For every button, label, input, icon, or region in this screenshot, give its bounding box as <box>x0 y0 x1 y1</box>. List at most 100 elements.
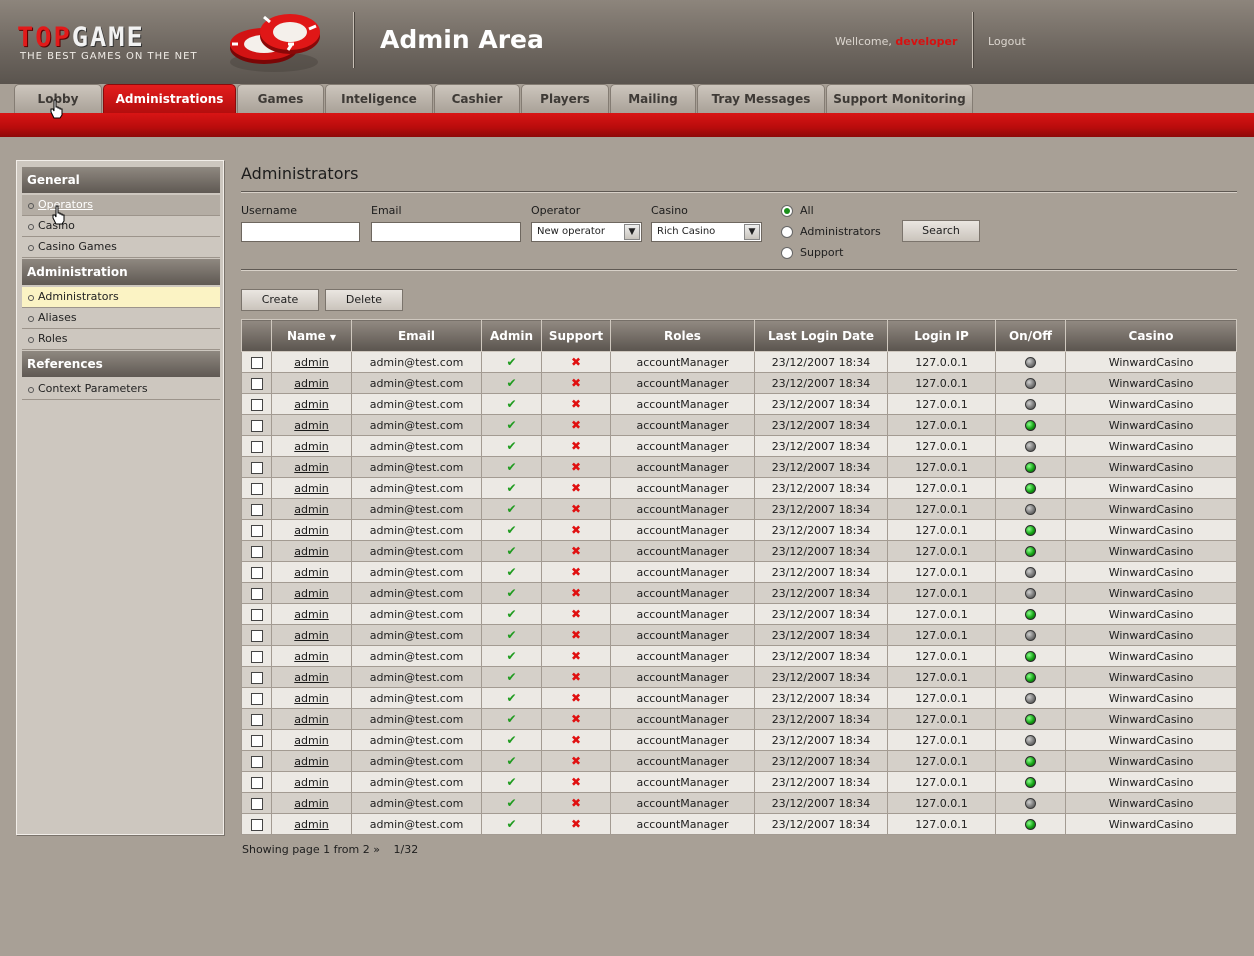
admin-name-link[interactable]: admin <box>294 545 328 558</box>
sidebar-section-administration: Administration <box>22 259 220 285</box>
support-cell: ✖ <box>541 624 611 646</box>
row-checkbox[interactable] <box>250 629 263 642</box>
login-ip-cell: 127.0.0.1 <box>887 456 996 478</box>
row-checkbox[interactable] <box>250 419 263 432</box>
sidebar-item-casino[interactable]: Casino <box>22 216 220 237</box>
admin-name-link[interactable]: admin <box>294 650 328 663</box>
casino-select[interactable]: Rich Casino ▼ <box>651 222 762 242</box>
admin-name-link[interactable]: admin <box>294 755 328 768</box>
row-checkbox[interactable] <box>250 734 263 747</box>
row-checkbox[interactable] <box>250 524 263 537</box>
admin-name-link[interactable]: admin <box>294 503 328 516</box>
sidebar-item-context-parameters[interactable]: Context Parameters <box>22 379 220 400</box>
column-header-login-ip[interactable]: Login IP <box>887 319 996 352</box>
pager-showing[interactable]: Showing page 1 from 2 » <box>242 843 380 856</box>
row-checkbox[interactable] <box>250 377 263 390</box>
tab-administrations[interactable]: Administrations <box>103 84 236 113</box>
chevron-down-icon[interactable]: ▼ <box>744 224 760 240</box>
operator-select[interactable]: New operator ▼ <box>531 222 642 242</box>
logo[interactable]: TOPGAME <box>17 24 145 52</box>
row-checkbox[interactable] <box>250 461 263 474</box>
logout-link[interactable]: Logout <box>988 35 1026 48</box>
column-header-email[interactable]: Email <box>351 319 482 352</box>
admin-name-link[interactable]: admin <box>294 587 328 600</box>
search-button[interactable]: Search <box>902 220 980 242</box>
radio-label: Administrators <box>800 225 881 238</box>
tab-lobby[interactable]: Lobby <box>14 84 102 113</box>
column-header-support[interactable]: Support <box>541 319 611 352</box>
admin-name-link[interactable]: admin <box>294 629 328 642</box>
row-checkbox[interactable] <box>250 503 263 516</box>
column-header-last-login-date[interactable]: Last Login Date <box>754 319 888 352</box>
admin-name-link[interactable]: admin <box>294 377 328 390</box>
casino-cell: WinwardCasino <box>1065 708 1237 730</box>
column-header-name[interactable]: Name ▼ <box>271 319 352 352</box>
row-checkbox[interactable] <box>250 797 263 810</box>
create-button[interactable]: Create <box>241 289 319 311</box>
delete-button[interactable]: Delete <box>325 289 403 311</box>
row-checkbox[interactable] <box>250 482 263 495</box>
sidebar-item-aliases[interactable]: Aliases <box>22 308 220 329</box>
row-checkbox[interactable] <box>250 566 263 579</box>
tab-games[interactable]: Games <box>237 84 324 113</box>
row-checkbox[interactable] <box>250 671 263 684</box>
radio-button[interactable] <box>781 205 793 217</box>
row-checkbox[interactable] <box>250 587 263 600</box>
admin-name-link[interactable]: admin <box>294 461 328 474</box>
on-off-cell <box>995 498 1066 520</box>
row-select-cell <box>241 477 272 499</box>
green-check-icon: ✔ <box>506 628 517 642</box>
chevron-down-icon[interactable]: ▼ <box>624 224 640 240</box>
admin-name-link[interactable]: admin <box>294 482 328 495</box>
tab-inteligence[interactable]: Inteligence <box>325 84 433 113</box>
login-ip-cell: 127.0.0.1 <box>887 624 996 646</box>
row-checkbox[interactable] <box>250 440 263 453</box>
table-row: admin admin@test.com ✔ ✖ accountManager 23/12… <box>241 435 1237 457</box>
admin-name-link[interactable]: admin <box>294 419 328 432</box>
sidebar-item-operators[interactable]: Operators <box>22 195 220 216</box>
tab-support-monitoring[interactable]: Support Monitoring <box>826 84 973 113</box>
row-checkbox[interactable] <box>250 398 263 411</box>
admin-name-link[interactable]: admin <box>294 671 328 684</box>
admin-name-link[interactable]: admin <box>294 440 328 453</box>
row-select-cell <box>241 372 272 394</box>
row-checkbox[interactable] <box>250 650 263 663</box>
sidebar-item-casino-games[interactable]: Casino Games <box>22 237 220 258</box>
admin-name-link[interactable]: admin <box>294 776 328 789</box>
column-header-on-off[interactable]: On/Off <box>995 319 1066 352</box>
admin-name-link[interactable]: admin <box>294 734 328 747</box>
admin-name-link[interactable]: admin <box>294 818 328 831</box>
admin-name-link[interactable]: admin <box>294 713 328 726</box>
admin-name-link[interactable]: admin <box>294 524 328 537</box>
sidebar-item-administrators[interactable]: Administrators <box>22 287 220 308</box>
admin-name-link[interactable]: admin <box>294 566 328 579</box>
tab-tray-messages[interactable]: Tray Messages <box>697 84 825 113</box>
column-header-roles[interactable]: Roles <box>610 319 755 352</box>
row-checkbox[interactable] <box>250 776 263 789</box>
tab-mailing[interactable]: Mailing <box>610 84 696 113</box>
row-checkbox[interactable] <box>250 356 263 369</box>
row-checkbox[interactable] <box>250 545 263 558</box>
sidebar-section-references: References <box>22 351 220 377</box>
row-checkbox[interactable] <box>250 608 263 621</box>
admin-name-link[interactable]: admin <box>294 692 328 705</box>
column-header-casino[interactable]: Casino <box>1065 319 1237 352</box>
admin-name-link[interactable]: admin <box>294 608 328 621</box>
sidebar-item-roles[interactable]: Roles <box>22 329 220 350</box>
radio-button[interactable] <box>781 247 793 259</box>
admin-name-link[interactable]: admin <box>294 356 328 369</box>
row-checkbox[interactable] <box>250 818 263 831</box>
row-checkbox[interactable] <box>250 755 263 768</box>
tab-players[interactable]: Players <box>521 84 609 113</box>
casino-cell: WinwardCasino <box>1065 477 1237 499</box>
radio-button[interactable] <box>781 226 793 238</box>
email-input[interactable] <box>371 222 521 242</box>
column-header-admin[interactable]: Admin <box>481 319 542 352</box>
username-input[interactable] <box>241 222 360 242</box>
admin-name-link[interactable]: admin <box>294 398 328 411</box>
admin-name-link[interactable]: admin <box>294 797 328 810</box>
row-checkbox[interactable] <box>250 692 263 705</box>
row-checkbox[interactable] <box>250 713 263 726</box>
tab-cashier[interactable]: Cashier <box>434 84 520 113</box>
name-cell: admin <box>271 351 352 373</box>
